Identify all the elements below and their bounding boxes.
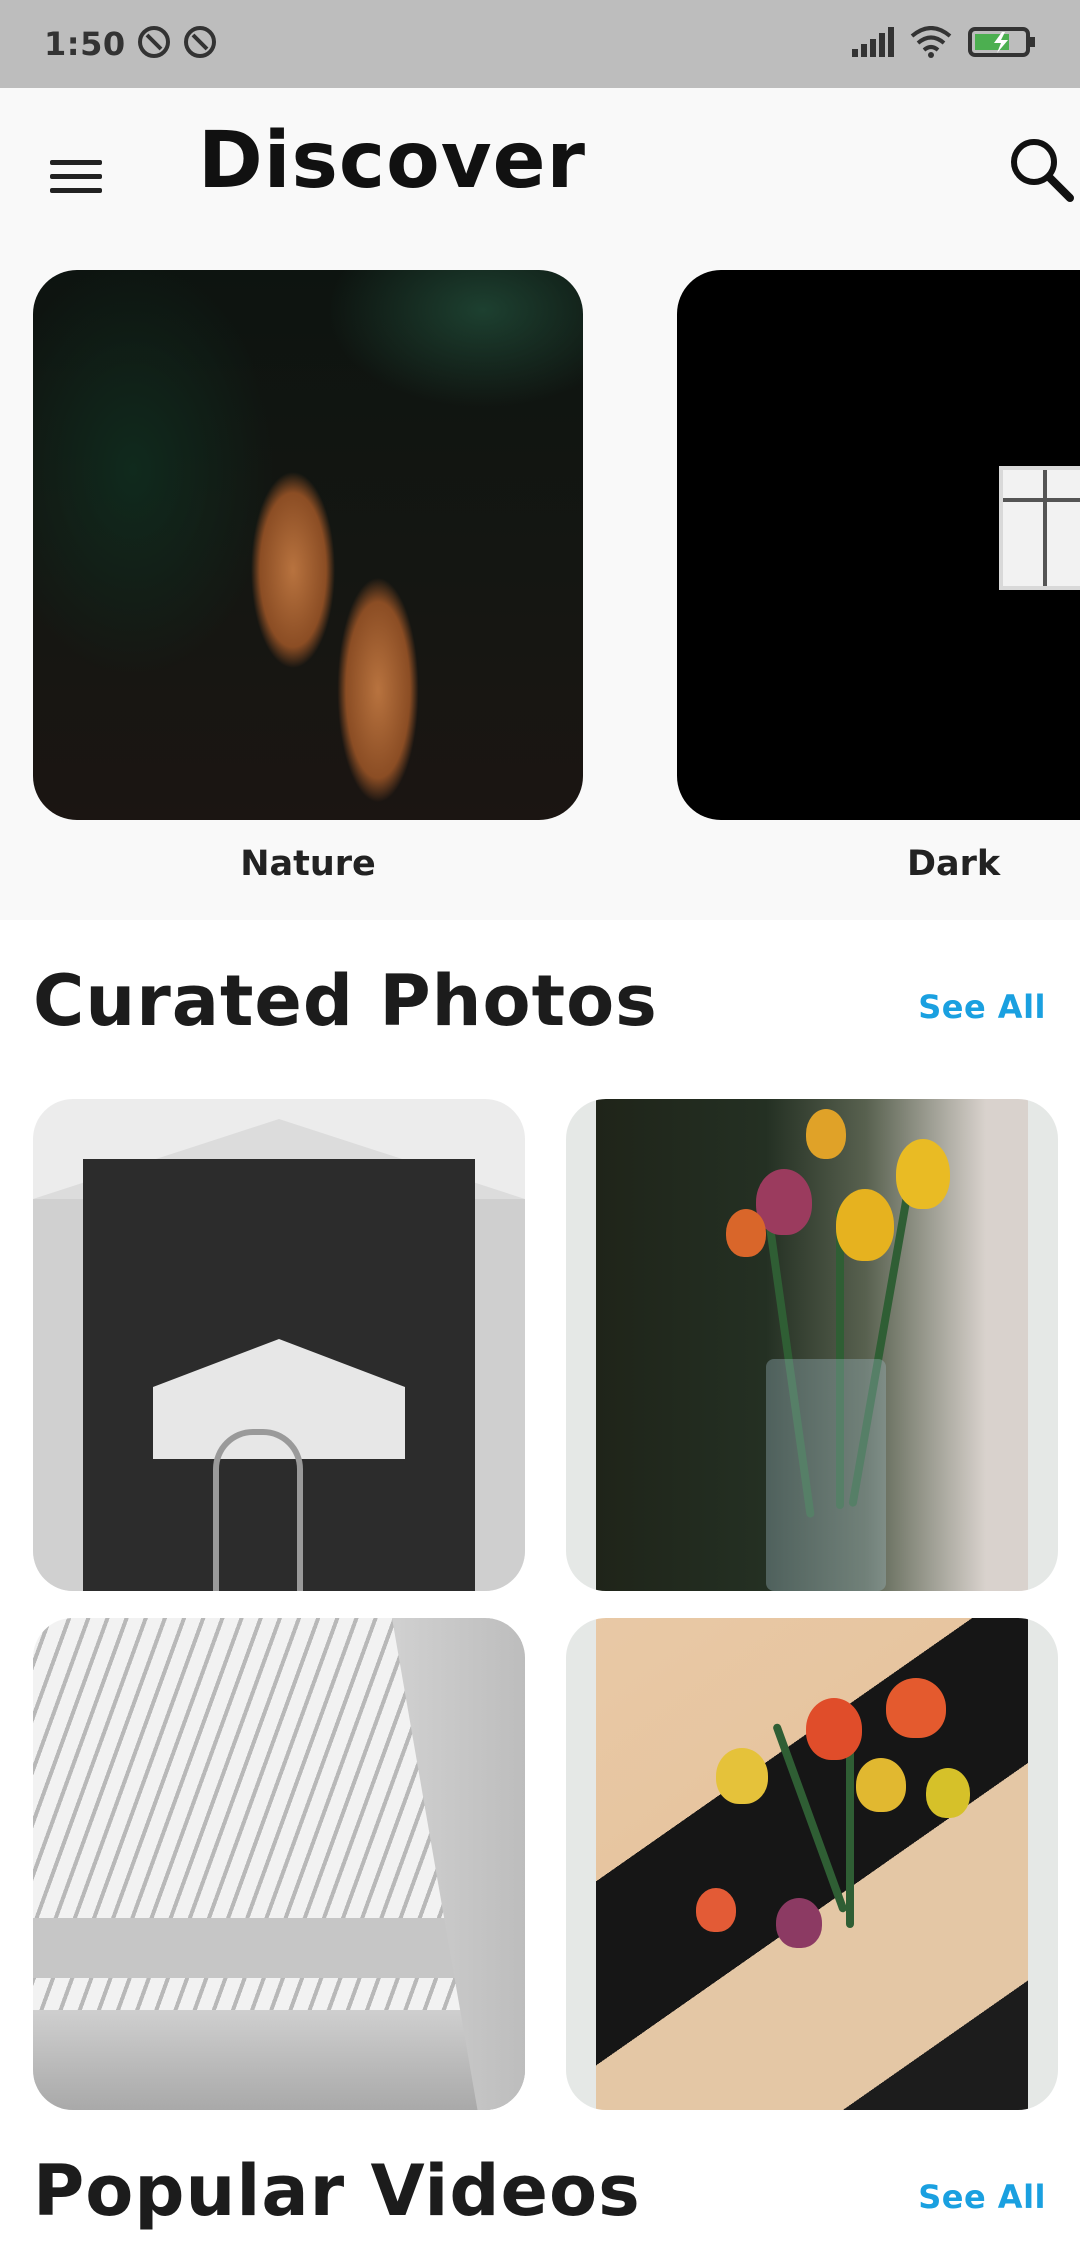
at-sign-icon xyxy=(136,24,172,64)
header: Discover Nature Dark xyxy=(0,88,1080,920)
popular-videos-see-all-link[interactable]: See All xyxy=(918,2178,1046,2216)
photo-card[interactable] xyxy=(566,1618,1058,2110)
search-icon[interactable] xyxy=(1004,132,1080,208)
at-sign-icon xyxy=(182,24,218,64)
category-card-nature[interactable] xyxy=(33,270,583,820)
wifi-icon xyxy=(910,26,952,62)
curated-photos-title: Curated Photos xyxy=(33,960,658,1042)
curated-see-all-link[interactable]: See All xyxy=(918,988,1046,1026)
pine-cones-photo xyxy=(33,270,583,820)
category-card-dark[interactable] xyxy=(677,270,1080,820)
status-right xyxy=(852,26,1036,62)
status-time: 1:50 xyxy=(44,25,126,63)
dark-window-photo xyxy=(999,466,1080,590)
photo-card[interactable] xyxy=(33,1618,525,2110)
page-title: Discover xyxy=(198,116,586,206)
category-label-nature: Nature xyxy=(240,844,376,884)
tulips-vase-photo xyxy=(566,1099,1058,1591)
hamburger-menu-icon[interactable] xyxy=(50,148,106,204)
status-bar: 1:50 xyxy=(0,0,1080,88)
signal-icon xyxy=(852,27,894,61)
architecture-bw-photo xyxy=(33,1099,525,1591)
tulips-table-photo xyxy=(566,1618,1058,2110)
photo-card[interactable] xyxy=(566,1099,1058,1591)
status-left: 1:50 xyxy=(44,24,218,64)
battery-charging-icon xyxy=(968,26,1036,62)
oculus-interior-photo xyxy=(33,1618,525,2110)
photo-card[interactable] xyxy=(33,1099,525,1591)
popular-videos-title: Popular Videos xyxy=(33,2150,641,2232)
category-label-dark: Dark xyxy=(907,844,1001,884)
